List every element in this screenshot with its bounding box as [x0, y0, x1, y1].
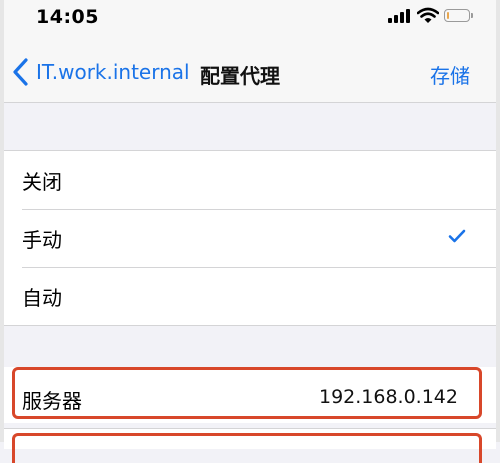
status-time: 14:05	[36, 6, 99, 28]
server-label: 服务器	[22, 389, 82, 413]
highlight-box	[12, 433, 482, 463]
proxy-mode-list: 关闭 手动 自动	[4, 150, 496, 326]
back-button-label: IT.work.internal	[36, 60, 190, 84]
navigation-bar: IT.work.internal 配置代理 存储	[4, 40, 496, 103]
checkmark-icon	[448, 229, 466, 243]
proxy-mode-manual[interactable]: 手动	[4, 209, 496, 267]
page-title: 配置代理	[200, 64, 280, 88]
battery-icon	[444, 9, 473, 22]
proxy-mode-label: 手动	[22, 227, 62, 252]
back-button[interactable]: IT.work.internal	[10, 56, 190, 88]
cellular-signal-icon	[388, 9, 412, 23]
status-bar: 14:05	[4, 0, 496, 40]
right-frame-edge	[496, 0, 500, 442]
chevron-left-icon	[13, 58, 28, 86]
proxy-mode-off[interactable]: 关闭	[4, 151, 496, 209]
wifi-icon	[417, 7, 439, 23]
port-field-row[interactable]	[4, 428, 496, 463]
battery-level-fill	[447, 12, 449, 19]
proxy-mode-auto[interactable]: 自动	[4, 267, 496, 325]
proxy-mode-label: 自动	[22, 285, 62, 310]
proxy-mode-label: 关闭	[22, 169, 62, 194]
server-field-row[interactable]: 服务器 192.168.0.142	[4, 367, 496, 423]
save-button[interactable]: 存储	[430, 60, 470, 89]
server-input[interactable]: 192.168.0.142	[319, 386, 458, 408]
